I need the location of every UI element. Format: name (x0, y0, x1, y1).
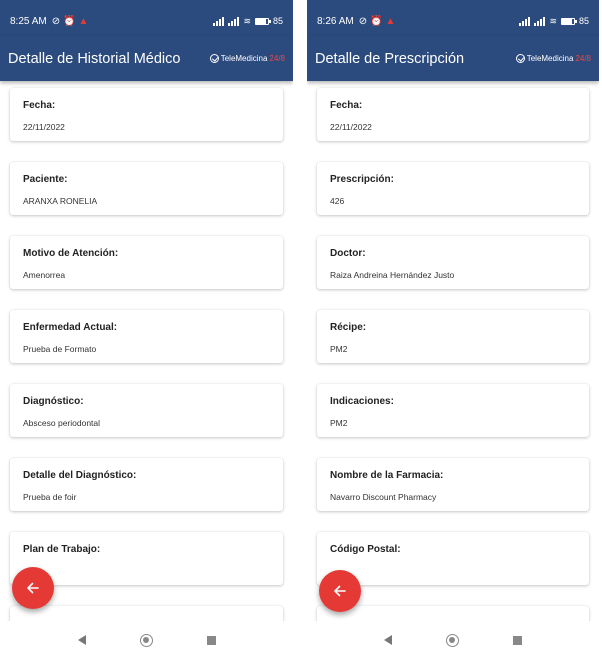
telemedicina-logo-icon (515, 54, 525, 63)
card-label: Indicaciones: (330, 396, 394, 407)
card-value: ARANXA RONELIA (23, 196, 98, 206)
brand-logo: TeleMedicina 24/8 (209, 54, 285, 63)
status-time: 8:26 AM (317, 15, 354, 27)
card-label: Doctor: (330, 248, 366, 259)
card-label: Paciente: (23, 174, 68, 185)
alert-icon: ▲ (385, 15, 396, 27)
detail-card-detalle-diagnostico: Detalle del Diagnóstico: Prueba de foir (10, 458, 283, 511)
detail-card-indicaciones: Indicaciones: PM2 (317, 384, 589, 437)
detail-card-prescripcion: Prescripción: 426 (317, 162, 589, 215)
page-title: Detalle de Prescripción (315, 50, 465, 67)
status-bar: 8:26 AM ⊘ ⏰ ▲ ≋ 85 (307, 0, 599, 36)
nav-recent-icon[interactable] (513, 635, 522, 645)
nav-home-icon[interactable] (139, 633, 153, 647)
detail-card-fecha: Fecha: 22/11/2022 (317, 88, 589, 141)
signal-icon (519, 16, 531, 26)
brand-accent: 24/8 (269, 54, 285, 63)
system-nav-bar (307, 621, 599, 659)
telemedicina-logo-icon (209, 54, 219, 63)
nav-home-icon[interactable] (446, 633, 459, 647)
back-fab-button[interactable] (319, 570, 361, 612)
page-title: Detalle de Historial Médico (8, 50, 181, 67)
card-value: Prueba de foir (23, 492, 77, 502)
system-nav-bar (0, 621, 293, 659)
card-value: Navarro Discount Pharmacy (330, 492, 437, 502)
detail-card-paciente: Paciente: ARANXA RONELIA (10, 162, 283, 215)
wifi-icon: ≋ (549, 15, 557, 26)
status-time: 8:25 AM (10, 15, 47, 27)
card-value: 22/11/2022 (330, 122, 372, 132)
status-bar: 8:25 AM ⊘ ⏰ ▲ ≋ 85 (0, 0, 293, 36)
brand-accent: 24/8 (575, 54, 591, 63)
card-label: Nombre de la Farmacia: (330, 470, 444, 481)
alert-icon: ▲ (78, 15, 89, 27)
battery-icon (254, 17, 271, 25)
screen-prescripcion: 8:26 AM ⊘ ⏰ ▲ ≋ 85 Detalle de Prescripci… (307, 0, 599, 659)
detail-card-doctor: Doctor: Raiza Andreina Hernández Justo (317, 236, 589, 289)
arrow-left-icon (27, 582, 39, 594)
card-label: Enfermedad Actual: (23, 322, 118, 333)
battery-icon (560, 17, 577, 25)
card-label: Código Postal: (330, 544, 401, 555)
detail-card-enfermedad: Enfermedad Actual: Prueba de Formato (10, 310, 283, 363)
app-bar: Detalle de Prescripción TeleMedicina 24/8 (307, 36, 599, 81)
detail-card-diagnostico: Diagnóstico: Absceso periodontal (10, 384, 283, 437)
signal-icon (228, 16, 240, 26)
card-label: Fecha: (23, 100, 56, 111)
battery-level: 85 (578, 16, 589, 26)
detail-card-recipe: Récipe: PM2 (317, 310, 589, 363)
no-disturb-icon: ⊘ (358, 15, 368, 27)
card-value: PM2 (330, 418, 348, 428)
signal-icon (213, 16, 225, 26)
card-value: PM2 (330, 344, 348, 354)
nav-back-icon[interactable] (77, 635, 86, 645)
arrow-left-icon (334, 585, 346, 597)
battery-level: 85 (272, 16, 283, 26)
brand-logo: TeleMedicina 24/8 (515, 54, 591, 63)
card-value: 426 (330, 196, 345, 206)
detail-card-farmacia: Nombre de la Farmacia: Navarro Discount … (317, 458, 589, 511)
card-label: Prescripción: (330, 174, 394, 185)
card-label: Plan de Trabajo: (23, 544, 101, 555)
no-disturb-icon: ⊘ (51, 15, 61, 27)
card-value: 22/11/2022 (23, 122, 65, 132)
screen-historial-medico: 8:25 AM ⊘ ⏰ ▲ ≋ 85 Detalle de Historial … (0, 0, 293, 659)
card-label: Fecha: (330, 100, 363, 111)
card-label: Récipe: (330, 322, 367, 333)
card-label: Motivo de Atención: (23, 248, 119, 259)
brand-name: TeleMedicina (220, 54, 268, 63)
detail-card-codigo-postal: Código Postal: (317, 532, 589, 585)
detail-card-fecha: Fecha: 22/11/2022 (10, 88, 283, 141)
nav-recent-icon[interactable] (206, 635, 216, 645)
detail-list: Fecha: 22/11/2022 Paciente: ARANXA RONEL… (10, 88, 283, 659)
back-fab-button[interactable] (12, 567, 54, 609)
alarm-icon: ⏰ (370, 15, 383, 27)
card-label: Diagnóstico: (23, 396, 84, 407)
card-label: Detalle del Diagnóstico: (23, 470, 137, 481)
detail-card-motivo: Motivo de Atención: Amenorrea (10, 236, 283, 289)
card-value: Prueba de Formato (23, 344, 97, 354)
signal-icon (534, 16, 546, 26)
nav-back-icon[interactable] (384, 635, 392, 645)
card-value: Amenorrea (23, 270, 66, 280)
wifi-icon: ≋ (243, 15, 251, 26)
brand-name: TeleMedicina (526, 54, 574, 63)
app-bar: Detalle de Historial Médico TeleMedicina… (0, 36, 293, 81)
card-value: Raiza Andreina Hernández Justo (330, 270, 455, 280)
detail-list: Fecha: 22/11/2022 Prescripción: 426 Doct… (317, 88, 589, 659)
alarm-icon: ⏰ (63, 15, 76, 27)
card-value: Absceso periodontal (23, 418, 101, 428)
